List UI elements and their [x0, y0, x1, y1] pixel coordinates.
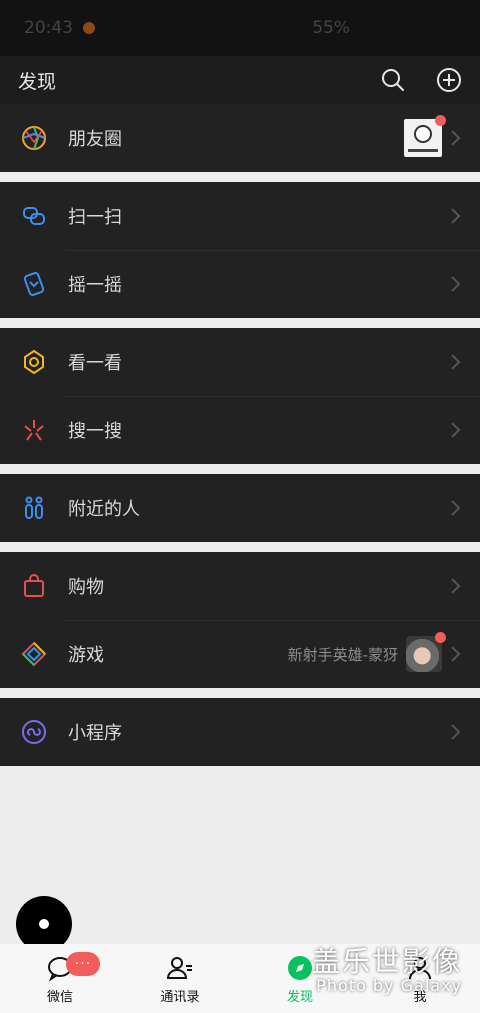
group-shop-games: 购物 游戏 新射手英雄-蒙犽: [0, 552, 480, 688]
games-icon: [20, 640, 48, 668]
search-icon[interactable]: [380, 67, 406, 93]
new-dot-badge: [435, 115, 446, 126]
chevron-right-icon: [451, 208, 461, 224]
row-label: 搜一搜: [68, 421, 122, 442]
new-dot-badge: [435, 632, 446, 643]
row-games[interactable]: 游戏 新射手英雄-蒙犽: [0, 620, 480, 688]
row-label: 小程序: [68, 723, 122, 744]
group-nearby: 附近的人: [0, 474, 480, 542]
chevron-right-icon: [451, 130, 461, 146]
row-people-nearby[interactable]: 附近的人: [0, 474, 480, 542]
fab-dot: [39, 919, 49, 929]
search-star-icon: [20, 416, 48, 444]
tab-label: 微信: [46, 990, 73, 1005]
plus-circle-icon[interactable]: [436, 67, 462, 93]
shopping-bag-icon: [20, 572, 48, 600]
mini-programs-icon: [20, 718, 48, 746]
chevron-right-icon: [451, 354, 461, 370]
group-scan-shake: 扫一扫 摇一摇: [0, 182, 480, 318]
row-label: 扫一扫: [68, 207, 122, 228]
row-moments[interactable]: 朋友圈: [0, 104, 480, 172]
shake-icon: [20, 270, 48, 298]
top-bar: 发现: [0, 56, 480, 104]
row-scan[interactable]: 扫一扫: [0, 182, 480, 250]
group-mini-programs: 小程序: [0, 698, 480, 766]
row-shopping[interactable]: 购物: [0, 552, 480, 620]
top-stories-icon: [20, 348, 48, 376]
moments-icon: [20, 124, 48, 152]
game-avatar: [406, 632, 446, 672]
compass-icon: [288, 956, 312, 980]
row-label: 朋友圈: [68, 129, 122, 150]
chevron-right-icon: [451, 578, 461, 594]
scan-icon: [20, 202, 48, 230]
moments-thumbnail: [404, 115, 446, 157]
status-time: 20:43: [24, 18, 73, 38]
chevron-right-icon: [451, 724, 461, 740]
row-shake[interactable]: 摇一摇: [0, 250, 480, 318]
tab-chats[interactable]: ··· 微信: [0, 944, 120, 1013]
discover-list: 朋友圈 扫一扫 摇一摇 看一看 搜一搜 附近的人 购物 游戏 新射手英雄-蒙犽 …: [0, 104, 480, 776]
status-bar: 20:43 55%: [0, 0, 480, 56]
row-label: 看一看: [68, 353, 122, 374]
chevron-right-icon: [451, 500, 461, 516]
row-top-stories[interactable]: 看一看: [0, 328, 480, 396]
game-subtitle: 新射手英雄-蒙犽: [287, 645, 398, 664]
row-mini-programs[interactable]: 小程序: [0, 698, 480, 766]
row-label: 购物: [68, 577, 104, 598]
group-look-search: 看一看 搜一搜: [0, 328, 480, 464]
page-title: 发现: [18, 70, 57, 93]
chevron-right-icon: [451, 276, 461, 292]
people-nearby-icon: [20, 494, 48, 522]
tab-contacts[interactable]: 通讯录: [120, 944, 240, 1013]
row-label: 摇一摇: [68, 275, 122, 296]
camera-watermark: 盖乐世影像 Photo by Galaxy: [312, 940, 462, 995]
group-moments: 朋友圈: [0, 104, 480, 172]
chevron-right-icon: [451, 422, 461, 438]
unread-badge: ···: [66, 952, 100, 976]
row-label: 附近的人: [68, 499, 140, 520]
watermark-cn: 盖乐世影像: [311, 945, 462, 978]
tab-label: 发现: [286, 990, 313, 1005]
row-label: 游戏: [68, 645, 104, 666]
chevron-right-icon: [451, 646, 461, 662]
row-search[interactable]: 搜一搜: [0, 396, 480, 464]
notification-dot-icon: [83, 22, 95, 34]
tab-label: 通讯录: [160, 990, 200, 1005]
watermark-en: Photo by Galaxy: [316, 976, 462, 995]
contacts-icon: [166, 957, 192, 979]
battery-level: 55%: [312, 18, 350, 38]
